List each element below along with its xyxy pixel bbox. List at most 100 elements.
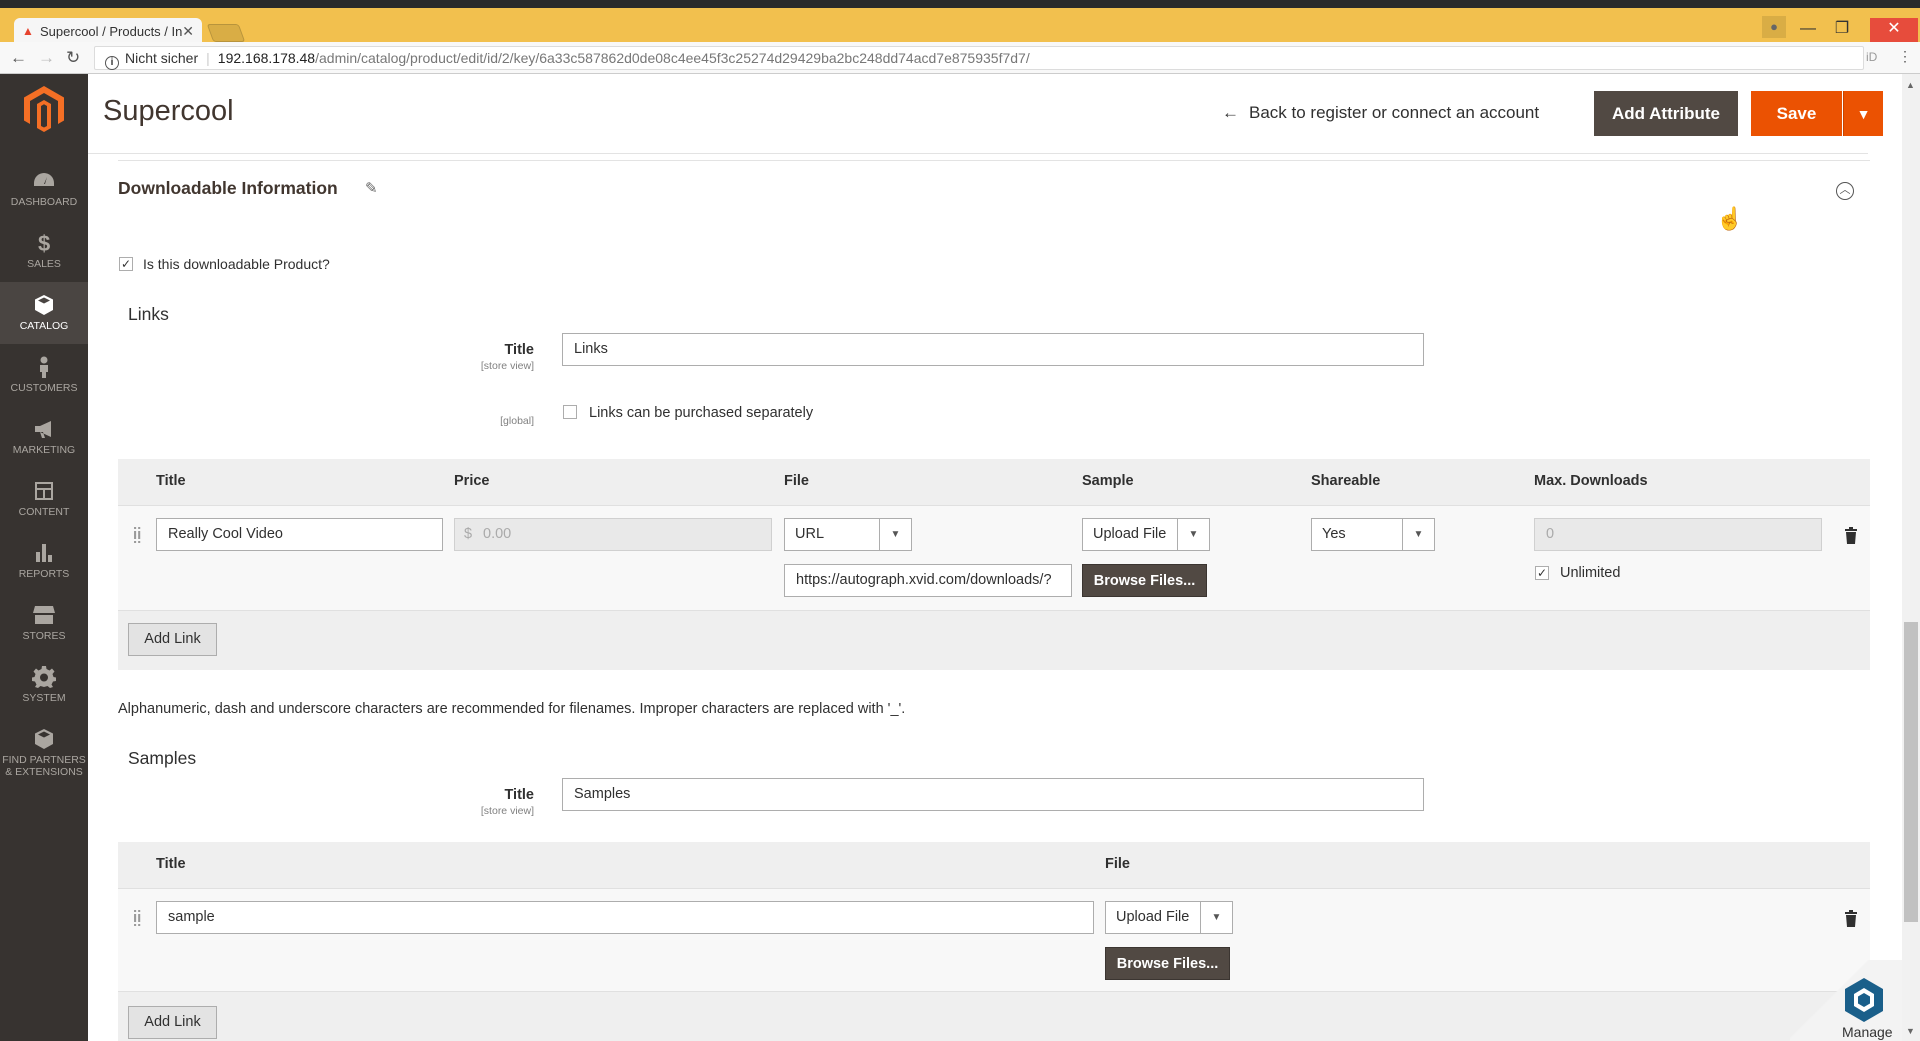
- sample-title-input[interactable]: sample: [156, 901, 1094, 934]
- tab-close-icon[interactable]: ✕: [182, 18, 194, 45]
- samples-add-link-button[interactable]: Add Link: [128, 1006, 217, 1039]
- samples-grid-header: Title File: [118, 842, 1870, 888]
- links-title-input[interactable]: Links: [562, 333, 1424, 366]
- hand-cursor-icon: ☝: [1716, 206, 1744, 231]
- link-browse-files-button[interactable]: Browse Files...: [1082, 564, 1207, 597]
- reload-icon[interactable]: ↻: [66, 48, 80, 68]
- link-max-downloads-input[interactable]: 0: [1534, 518, 1822, 551]
- forward-arrow-icon[interactable]: →: [38, 48, 55, 68]
- links-separately-label: Links can be purchased separately: [589, 405, 814, 421]
- tab-title: Supercool / Products / In: [40, 24, 183, 39]
- link-price-value: 0.00: [483, 526, 512, 542]
- link-price-input[interactable]: $ 0.00: [454, 518, 772, 551]
- store-icon: [33, 606, 55, 624]
- dollar-icon: $: [38, 232, 50, 254]
- sidebar-item-catalog[interactable]: Catalog: [0, 282, 88, 344]
- extension-icon[interactable]: iD: [1866, 50, 1877, 64]
- sample-browse-files-button[interactable]: Browse Files...: [1105, 947, 1230, 980]
- profile-icon[interactable]: ●: [1762, 16, 1786, 38]
- address-bar: ← → ↻ i Nicht sicher | 192.168.178.48/admin…: [0, 42, 1920, 74]
- link-sample-type-select[interactable]: Upload File ▼: [1082, 518, 1210, 551]
- bar-chart-icon: [36, 544, 52, 562]
- header-divider: [88, 153, 1868, 154]
- trash-icon[interactable]: [1844, 909, 1858, 927]
- pencil-icon[interactable]: ✎: [365, 179, 378, 197]
- currency-symbol: $: [464, 526, 473, 542]
- link-file-type-select[interactable]: URL ▼: [784, 518, 912, 551]
- sidebar-item-find-partners[interactable]: Find Partners & Extensions: [0, 716, 88, 790]
- drag-handle-icon[interactable]: ⠿ ⠿: [132, 909, 142, 931]
- sample-file-type-select[interactable]: Upload File ▼: [1105, 901, 1233, 934]
- col-file: File: [1105, 856, 1130, 872]
- sidebar-item-sales[interactable]: $ Sales: [0, 220, 88, 282]
- is-downloadable-label: Is this downloadable Product?: [143, 256, 330, 272]
- restore-icon[interactable]: ❐: [1822, 18, 1862, 42]
- sidebar-item-content[interactable]: Content: [0, 468, 88, 530]
- scroll-down-icon[interactable]: ▼: [1906, 1026, 1915, 1036]
- section-divider: [118, 160, 1870, 161]
- sidebar-item-system[interactable]: System: [0, 654, 88, 716]
- caret-down-icon: ▼: [1200, 902, 1232, 933]
- manage-label: Manage: [1842, 1024, 1893, 1040]
- samples-title-label: Title: [504, 787, 534, 803]
- trash-icon[interactable]: [1844, 526, 1858, 544]
- col-price: Price: [454, 473, 490, 489]
- sample-file-type-value: Upload File: [1116, 909, 1190, 925]
- links-title-label: Title: [504, 342, 534, 358]
- close-window-icon[interactable]: ✕: [1870, 18, 1918, 42]
- url-host: 192.168.178.48: [217, 50, 316, 66]
- browser-tab[interactable]: ▲ Supercool / Products / In ✕: [14, 18, 202, 45]
- col-title: Title: [156, 856, 186, 872]
- info-icon[interactable]: i: [105, 56, 119, 70]
- admin-sidebar: Dashboard $ Sales Catalog Customers Mark…: [0, 74, 88, 1041]
- scroll-up-icon[interactable]: ▲: [1906, 80, 1915, 90]
- col-title: Title: [156, 473, 186, 489]
- links-separately-checkbox[interactable]: [563, 405, 577, 419]
- link-shareable-value: Yes: [1322, 526, 1346, 542]
- link-unlimited-checkbox[interactable]: ✓: [1535, 566, 1549, 580]
- page-title: Supercool: [103, 95, 234, 127]
- links-heading: Links: [128, 304, 169, 324]
- sidebar-item-stores[interactable]: Stores: [0, 592, 88, 654]
- hexagon-logo-icon[interactable]: [1844, 978, 1884, 1022]
- svg-text:$: $: [38, 232, 50, 254]
- global-scope: [global]: [500, 415, 534, 427]
- table-row: ⠿ ⠿ Really Cool Video $ 0.00 URL ▼ https:…: [118, 505, 1870, 611]
- magento-logo-icon[interactable]: [24, 86, 64, 132]
- save-button[interactable]: Save: [1751, 91, 1842, 136]
- caret-down-icon: ▼: [879, 519, 911, 550]
- drag-handle-icon[interactable]: ⠿ ⠿: [132, 526, 142, 548]
- save-dropdown-toggle[interactable]: ▼: [1843, 91, 1883, 136]
- col-sample: Sample: [1082, 473, 1134, 489]
- cube-icon: [35, 729, 53, 749]
- col-file: File: [784, 473, 809, 489]
- dashboard-icon: [34, 173, 54, 186]
- url-insecure-label: Nicht sicher: [125, 50, 199, 66]
- url-path: /admin/catalog/product/edit/id/2/key/6a3…: [315, 50, 1030, 66]
- back-link-label: Back to register or connect an account: [1249, 103, 1540, 122]
- section-title[interactable]: Downloadable Information: [118, 178, 338, 199]
- link-file-url-input[interactable]: https://autograph.xvid.com/downloads/?: [784, 564, 1072, 597]
- menu-dots-icon[interactable]: ⋮: [1898, 48, 1912, 65]
- add-attribute-button[interactable]: Add Attribute: [1594, 91, 1738, 136]
- sidebar-item-reports[interactable]: Reports: [0, 530, 88, 592]
- sidebar-item-marketing[interactable]: Marketing: [0, 406, 88, 468]
- link-shareable-select[interactable]: Yes ▼: [1311, 518, 1435, 551]
- is-downloadable-checkbox[interactable]: ✓: [119, 257, 133, 271]
- sidebar-item-dashboard[interactable]: Dashboard: [0, 158, 88, 220]
- new-tab-button[interactable]: [206, 24, 246, 42]
- col-shareable: Shareable: [1311, 473, 1381, 489]
- back-to-register-link[interactable]: ← Back to register or connect an account: [1222, 103, 1539, 123]
- caret-down-icon: ▼: [1402, 519, 1434, 550]
- links-add-link-button[interactable]: Add Link: [128, 623, 217, 656]
- samples-title-input[interactable]: Samples: [562, 778, 1424, 811]
- sidebar-item-customers[interactable]: Customers: [0, 344, 88, 406]
- url-input[interactable]: i Nicht sicher | 192.168.178.48/admin/catal…: [94, 46, 1864, 70]
- col-max-downloads: Max. Downloads: [1534, 473, 1648, 489]
- back-arrow-icon[interactable]: ←: [10, 48, 27, 68]
- collapse-icon[interactable]: ︿: [1836, 182, 1854, 200]
- link-title-input[interactable]: Really Cool Video: [156, 518, 443, 551]
- links-title-scope: [store view]: [480, 360, 534, 372]
- caret-down-icon: ▼: [1177, 519, 1209, 550]
- scrollbar-thumb[interactable]: [1904, 622, 1918, 922]
